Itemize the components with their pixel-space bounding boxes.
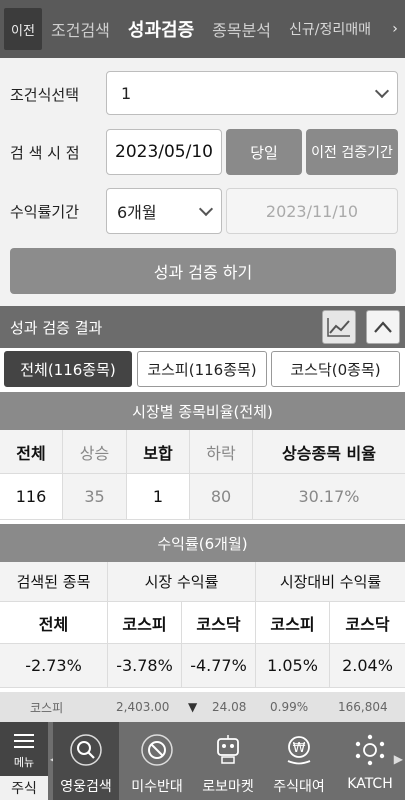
- nav-label: 주식대여: [273, 779, 325, 795]
- sub-header-kospi: 코스피: [108, 602, 182, 643]
- search-date-input[interactable]: 2023/05/10: [106, 129, 222, 175]
- ticker-name: 코스피: [30, 700, 64, 715]
- header-up: 상승: [63, 430, 127, 473]
- bottom-nav: 메뉴 주식 ◀ 영웅검색 미수반대: [0, 722, 405, 800]
- market-ratio-title: 시장별 종목비율(전체): [0, 392, 405, 430]
- ticker-volume: 166,804: [338, 700, 388, 714]
- chevron-right-icon[interactable]: ▶: [394, 752, 403, 766]
- today-button[interactable]: 당일: [226, 129, 302, 175]
- return-rel-kospi: 1.05%: [256, 644, 330, 687]
- chevron-right-icon[interactable]: ›: [385, 0, 405, 58]
- tab-stock-analysis[interactable]: 종목분석: [203, 17, 280, 41]
- return-all: -2.73%: [0, 644, 108, 687]
- sub-header-all: 전체: [0, 602, 108, 643]
- svg-text:₩: ₩: [293, 741, 306, 756]
- prev-period-button[interactable]: 이전 검증기간: [306, 129, 398, 175]
- search-point-label: 검 색 시 점: [10, 144, 80, 162]
- nav-stock-lending[interactable]: ₩ 주식대여: [266, 722, 332, 800]
- robot-icon: [210, 732, 246, 768]
- value-flat: 1: [127, 474, 190, 519]
- sub-header-rel-kosdaq: 코스닥: [345, 614, 390, 634]
- nav-margin-oppose[interactable]: 미수반대: [124, 722, 190, 800]
- value-up: 35: [63, 474, 127, 519]
- magnifier-icon: [68, 732, 104, 768]
- segment-all[interactable]: 전체(116종목): [4, 351, 132, 387]
- prev-button[interactable]: 이전: [4, 8, 42, 50]
- nav-label: KATCH: [347, 776, 393, 792]
- ticker-price: 2,403.00: [116, 700, 170, 714]
- nav-robo-market[interactable]: 로보마켓: [195, 722, 261, 800]
- results-header: 성과 검증 결과: [0, 306, 405, 348]
- results-title: 성과 검증 결과: [10, 318, 103, 337]
- nav-label: 영웅검색: [60, 779, 112, 795]
- group-header-market: 시장 수익률: [108, 562, 256, 601]
- chevron-down-icon: [374, 83, 390, 99]
- header-up-ratio: 상승종목 비율: [282, 443, 376, 463]
- chevron-down-icon: [198, 201, 214, 217]
- index-ticker[interactable]: 코스피 2,403.00 ▼ 24.08 0.99% 166,804: [0, 692, 405, 722]
- header-all: 전체: [0, 430, 63, 473]
- top-tab-bar: 이전 조건검색 성과검증 종목분석 신규/정리매매 ›: [0, 0, 405, 58]
- tab-condition-search[interactable]: 조건검색: [42, 17, 119, 41]
- run-verify-button[interactable]: 성과 검증 하기: [10, 248, 396, 294]
- menu-button[interactable]: 메뉴 주식: [0, 722, 48, 800]
- prohibited-icon: [139, 732, 175, 768]
- tab-performance-verify[interactable]: 성과검증: [119, 16, 203, 42]
- condition-select[interactable]: 1: [106, 71, 398, 115]
- market-ratio-value-row: 116 35 1 80 30.17%: [0, 474, 405, 520]
- return-rel-kosdaq: 2.04%: [342, 656, 393, 675]
- header-flat: 보합: [127, 430, 190, 473]
- value-all: 116: [0, 474, 63, 519]
- condition-value: 1: [121, 83, 132, 103]
- segment-kosdaq[interactable]: 코스닥(0종목): [271, 351, 400, 387]
- end-date-field: 2023/11/10: [226, 188, 398, 234]
- segment-kospi[interactable]: 코스피(116종목): [137, 351, 267, 387]
- nav-label: 로보마켓: [202, 779, 254, 795]
- verify-form: 조건식선택 1 검 색 시 점 2023/05/10 당일 이전 검증기간 수익…: [0, 58, 405, 306]
- tab-new-liquidation[interactable]: 신규/정리매매: [280, 19, 371, 39]
- market-ratio-header-row: 전체 상승 보합 하락 상승종목 비율: [0, 430, 405, 474]
- down-triangle-icon: ▼: [188, 700, 198, 714]
- chevron-up-icon: [374, 321, 392, 333]
- sub-header-kosdaq: 코스닥: [182, 602, 256, 643]
- returns-title: 수익률(6개월): [0, 524, 405, 562]
- nav-label: 미수반대: [131, 779, 183, 795]
- chart-button[interactable]: [322, 310, 356, 344]
- line-chart-icon: [327, 318, 350, 337]
- ticker-rate: 0.99%: [270, 700, 309, 714]
- return-kospi: -3.78%: [108, 644, 182, 687]
- returns-sub-header-row: 전체 코스피 코스닥 코스피 코스닥: [0, 602, 405, 644]
- value-down: 80: [190, 474, 253, 519]
- value-up-ratio: 30.17%: [253, 474, 405, 519]
- condition-label: 조건식선택: [10, 86, 80, 104]
- stock-category-button[interactable]: 주식: [0, 776, 48, 800]
- group-header-relative: 시장대비 수익률: [279, 573, 382, 591]
- hamburger-icon: [14, 734, 34, 748]
- return-period-value: 6개월: [117, 203, 157, 222]
- returns-group-header-row: 검색된 종목 시장 수익률 시장대비 수익률: [0, 562, 405, 602]
- nav-hero-search[interactable]: 영웅검색: [53, 722, 119, 800]
- menu-label: 메뉴: [13, 756, 35, 769]
- return-period-label: 수익률기간: [10, 203, 80, 221]
- group-header-found: 검색된 종목: [0, 562, 108, 601]
- won-lend-icon: ₩: [281, 732, 317, 768]
- sub-header-rel-kospi: 코스피: [256, 602, 330, 643]
- returns-value-row: -2.73% -3.78% -4.77% 1.05% 2.04%: [0, 644, 405, 688]
- return-period-select[interactable]: 6개월: [106, 188, 222, 234]
- ticker-change: 24.08: [212, 700, 247, 714]
- network-icon: [352, 732, 388, 768]
- collapse-button[interactable]: [366, 310, 400, 344]
- header-down: 하락: [190, 430, 253, 473]
- return-kosdaq: -4.77%: [182, 644, 256, 687]
